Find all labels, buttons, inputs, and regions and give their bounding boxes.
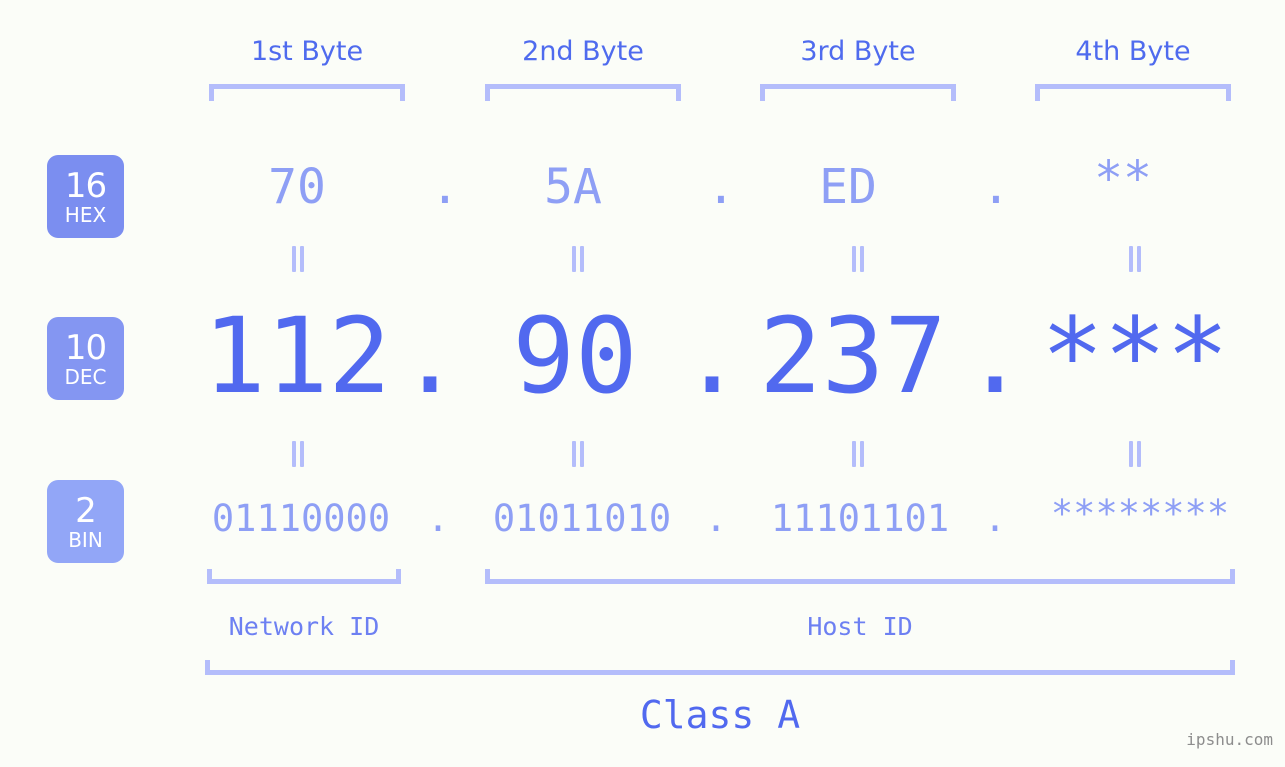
byte-header-1: 1st Byte bbox=[250, 36, 364, 67]
byte-bracket-3 bbox=[760, 84, 956, 101]
dec-byte-4: *** bbox=[1041, 295, 1229, 417]
byte-bracket-2 bbox=[485, 84, 681, 101]
byte-header-4: 4th Byte bbox=[1075, 36, 1191, 67]
bin-byte-1: 01110000 bbox=[211, 497, 391, 540]
host-id-bracket bbox=[485, 569, 1235, 584]
equals-icon-1-bottom bbox=[287, 441, 309, 467]
byte-bracket-1 bbox=[209, 84, 405, 101]
hex-byte-2: 5A bbox=[544, 159, 602, 215]
base-badge-dec-number: 10 bbox=[64, 327, 107, 368]
bin-byte-2: 01011010 bbox=[492, 497, 672, 540]
base-badge-hex: 16 HEX bbox=[47, 155, 124, 238]
hex-byte-4: ** bbox=[1094, 151, 1152, 207]
base-badge-dec-name: DEC bbox=[64, 364, 107, 389]
ip-address-breakdown-diagram: 1st Byte 2nd Byte 3rd Byte 4th Byte 16 H… bbox=[0, 0, 1285, 767]
equals-icon-4-top bbox=[1124, 246, 1146, 272]
dec-byte-1: 112 bbox=[203, 295, 391, 417]
equals-icon-3-top bbox=[847, 246, 869, 272]
dec-byte-3: 237 bbox=[759, 295, 947, 417]
base-badge-hex-number: 16 bbox=[64, 165, 107, 206]
byte-header-3: 3rd Byte bbox=[800, 36, 916, 67]
bin-separator-1: . bbox=[426, 497, 450, 540]
dec-separator-1: . bbox=[398, 295, 462, 417]
hex-byte-3: ED bbox=[819, 159, 877, 215]
equals-icon-3-bottom bbox=[847, 441, 869, 467]
base-badge-bin-number: 2 bbox=[75, 490, 97, 531]
network-id-bracket bbox=[207, 569, 401, 584]
class-label: Class A bbox=[639, 693, 801, 737]
byte-header-2: 2nd Byte bbox=[522, 36, 644, 67]
hex-byte-1: 70 bbox=[268, 159, 326, 215]
dec-separator-2: . bbox=[680, 295, 744, 417]
site-watermark: ipshu.com bbox=[1186, 730, 1273, 749]
host-id-label: Host ID bbox=[807, 612, 913, 641]
equals-icon-2-bottom bbox=[567, 441, 589, 467]
base-badge-dec: 10 DEC bbox=[47, 317, 124, 400]
equals-icon-1-top bbox=[287, 246, 309, 272]
equals-icon-4-bottom bbox=[1124, 441, 1146, 467]
dec-byte-2: 90 bbox=[512, 295, 638, 417]
base-badge-bin-name: BIN bbox=[68, 527, 103, 552]
base-badge-bin: 2 BIN bbox=[47, 480, 124, 563]
equals-icon-2-top bbox=[567, 246, 589, 272]
byte-bracket-4 bbox=[1035, 84, 1231, 101]
network-id-label: Network ID bbox=[228, 612, 380, 641]
base-badge-hex-name: HEX bbox=[64, 202, 107, 227]
bin-separator-3: . bbox=[983, 497, 1007, 540]
bin-byte-4: ******** bbox=[1050, 492, 1230, 535]
class-bracket bbox=[205, 660, 1235, 675]
bin-byte-3: 11101101 bbox=[770, 497, 950, 540]
bin-separator-2: . bbox=[704, 497, 728, 540]
